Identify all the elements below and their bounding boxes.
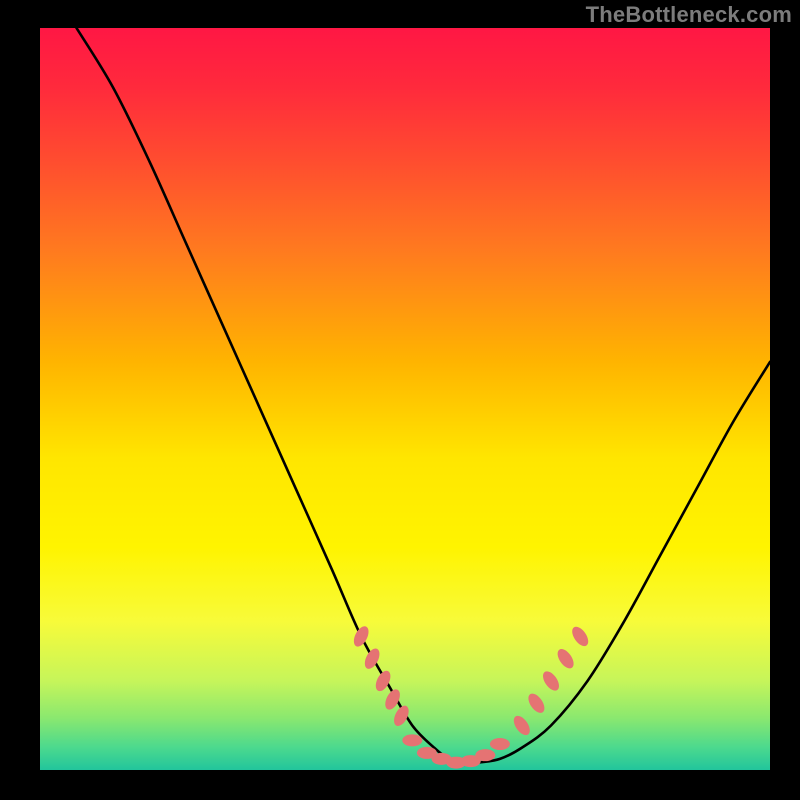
bottleneck-chart xyxy=(0,0,800,800)
curve-marker xyxy=(475,749,495,761)
attribution-text: TheBottleneck.com xyxy=(586,2,792,28)
curve-marker xyxy=(490,738,510,750)
curve-marker xyxy=(402,734,422,746)
figure-root: TheBottleneck.com xyxy=(0,0,800,800)
gradient-plot-area xyxy=(40,28,770,770)
